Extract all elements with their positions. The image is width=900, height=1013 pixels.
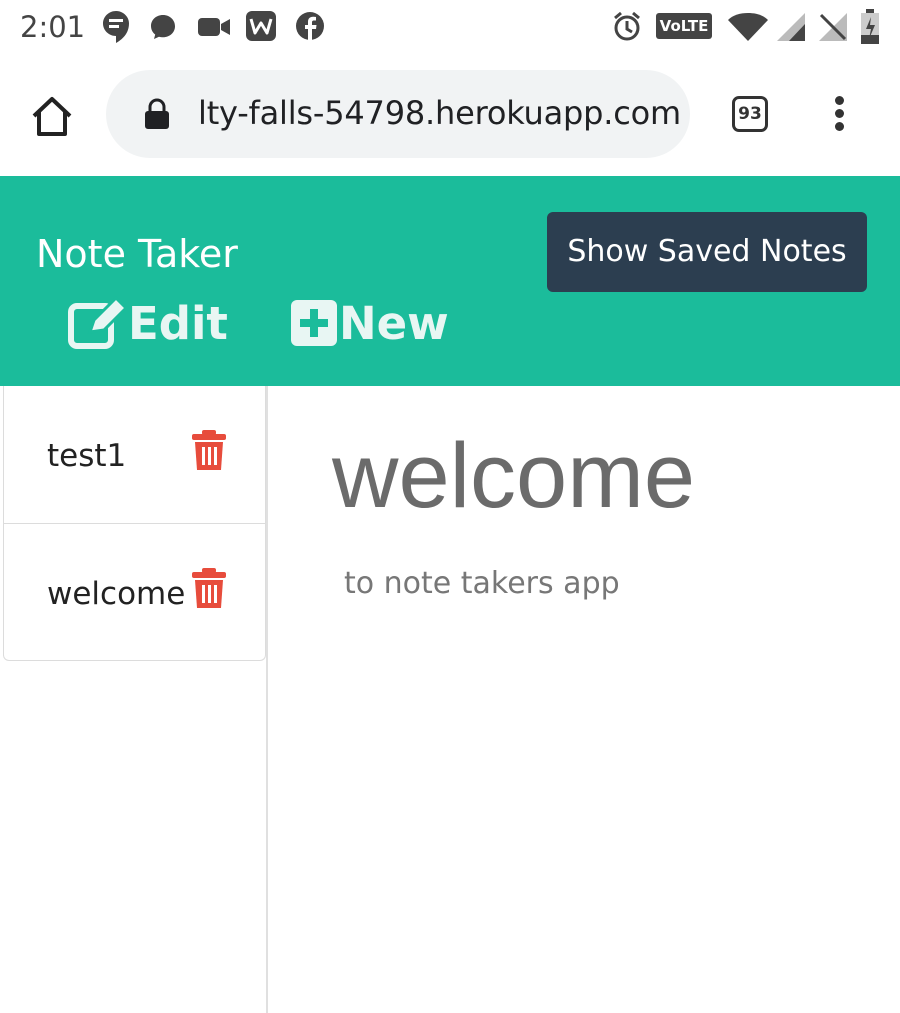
wifi-icon [728,13,768,41]
edit-button[interactable]: Edit [68,294,228,352]
battery-icon [861,9,879,44]
show-saved-notes-button[interactable]: Show Saved Notes [547,212,867,292]
status-bar: 2:01 VoLTE [0,0,900,56]
app-title[interactable]: Note Taker [36,232,238,276]
lock-icon [145,98,169,129]
plus-square-icon [291,300,337,346]
trash-icon[interactable] [190,430,228,472]
notes-list: test1 welcome [3,386,266,661]
signal-icon [777,13,805,41]
alarm-icon [614,11,640,41]
messenger-icon [151,15,175,39]
note-title-field[interactable]: welcome [332,424,695,529]
note-text-field[interactable]: to note takers app [344,566,620,601]
facebook-icon [296,12,324,40]
volte-icon: VoLTE [656,13,712,39]
edit-icon [68,296,126,349]
list-item[interactable]: welcome [4,524,265,661]
overflow-menu-icon[interactable] [830,96,848,136]
browser-toolbar: lty-falls-54798.herokuapp.com 93 [0,56,900,176]
trash-icon[interactable] [190,568,228,610]
new-label: New [339,296,449,350]
app-navbar: Note Taker Show Saved Notes Edit New [0,176,900,386]
notes-list-panel: test1 welcome [0,386,268,1013]
note-title[interactable]: test1 [47,438,126,474]
video-icon [198,18,230,36]
home-icon[interactable] [30,94,74,138]
no-signal-icon [819,13,847,41]
hangouts-icon [103,11,129,43]
status-time: 2:01 [20,10,86,44]
address-bar[interactable]: lty-falls-54798.herokuapp.com [106,70,690,158]
list-item[interactable]: test1 [4,386,265,524]
note-view: welcome to note takers app [268,386,900,1013]
edit-label: Edit [128,296,228,350]
w-app-icon [246,11,276,41]
url-text[interactable]: lty-falls-54798.herokuapp.com [198,94,681,132]
tab-switcher-button[interactable]: 93 [732,96,768,132]
new-note-button[interactable]: New [291,294,449,352]
note-title[interactable]: welcome [47,576,185,612]
